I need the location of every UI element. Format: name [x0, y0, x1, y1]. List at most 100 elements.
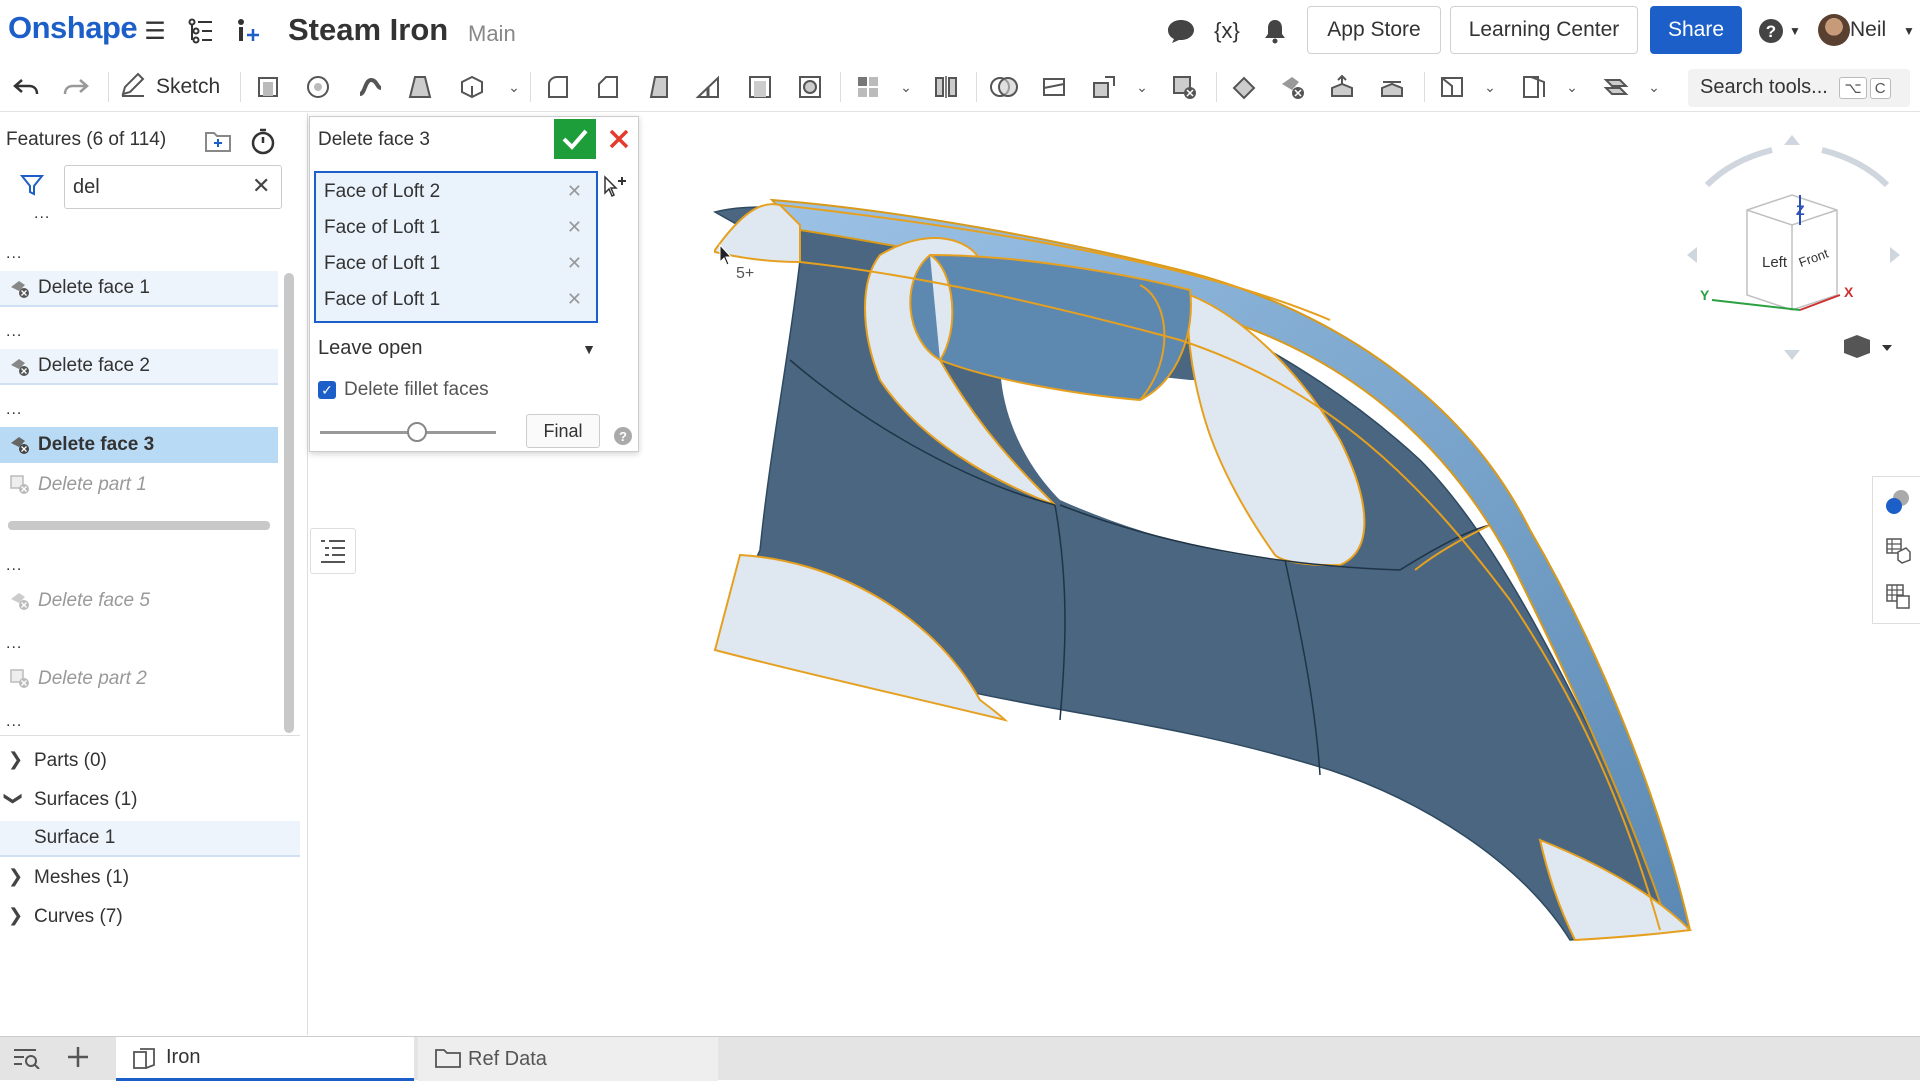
sweep-icon[interactable] — [354, 71, 386, 103]
bom-table-icon[interactable] — [1883, 535, 1913, 565]
curves-group[interactable]: ❯ Curves (7) — [0, 899, 300, 935]
help-icon[interactable]: ? — [614, 427, 632, 445]
hamburger-menu-icon[interactable]: ☰ — [140, 16, 170, 46]
appearance-icon[interactable] — [1883, 487, 1913, 517]
tab-ref-data[interactable]: Ref Data — [418, 1037, 718, 1081]
leave-open-dropdown[interactable]: Leave open ▼ — [318, 337, 600, 369]
share-button[interactable]: Share — [1650, 6, 1742, 54]
remove-selection-icon[interactable]: ✕ — [567, 217, 582, 238]
sketch-button[interactable]: Sketch — [120, 70, 220, 104]
onshape-logo[interactable]: Onshape — [8, 10, 138, 46]
cancel-button[interactable] — [602, 121, 636, 157]
rib-icon[interactable] — [692, 71, 724, 103]
feature-item-delete-face-1[interactable]: Delete face 1 — [0, 271, 278, 307]
feature-list-scrollbar[interactable] — [284, 273, 294, 733]
rollback-slider-handle[interactable] — [406, 422, 427, 442]
modify-fillet-icon[interactable] — [1228, 71, 1260, 103]
view-up-arrow-icon[interactable] — [1784, 135, 1800, 145]
selection-item[interactable]: Face of Loft 1 ✕ — [316, 281, 596, 317]
filter-icon[interactable] — [19, 173, 45, 203]
extrude-icon[interactable] — [252, 71, 284, 103]
delete-part-icon[interactable] — [1168, 71, 1200, 103]
remove-selection-icon[interactable]: ✕ — [567, 253, 582, 274]
feature-item-delete-part-1[interactable]: Delete part 1 — [0, 467, 278, 503]
search-tools-input[interactable]: Search tools... ⌥ C — [1688, 69, 1910, 107]
add-selection-cursor-icon[interactable] — [602, 173, 630, 205]
selection-item[interactable]: Face of Loft 2 ✕ — [316, 173, 596, 209]
redo-icon[interactable] — [60, 71, 92, 103]
feature-item-delete-part-2[interactable]: Delete part 2 — [0, 661, 278, 697]
notifications-bell-icon[interactable] — [1260, 16, 1290, 46]
dropdown-chevron-icon[interactable]: ⌄ — [1474, 71, 1506, 103]
user-avatar[interactable] — [1818, 14, 1850, 46]
feature-item-delete-face-2[interactable]: Delete face 2 — [0, 349, 278, 385]
shell-icon[interactable] — [744, 71, 776, 103]
surface-item[interactable]: Surface 1 — [0, 821, 300, 857]
split-icon[interactable] — [1038, 71, 1070, 103]
help-dropdown-icon[interactable]: ▼ — [1780, 16, 1810, 46]
tab-iron[interactable]: Iron — [116, 1037, 414, 1081]
view-options-cube-icon[interactable] — [1844, 335, 1870, 358]
fillet-icon[interactable] — [542, 71, 574, 103]
mirror-icon[interactable] — [930, 71, 962, 103]
hole-icon[interactable] — [794, 71, 826, 103]
app-store-button[interactable]: App Store — [1307, 6, 1441, 54]
delete-face-icon[interactable] — [1276, 71, 1308, 103]
add-tab-icon[interactable] — [66, 1045, 90, 1076]
parts-group[interactable]: ❯ Parts (0) — [0, 743, 300, 779]
configurations-icon[interactable] — [1883, 581, 1913, 611]
undo-icon[interactable] — [10, 71, 42, 103]
view-down-arrow-icon[interactable] — [1784, 350, 1800, 360]
move-face-icon[interactable] — [1326, 71, 1358, 103]
insert-icon[interactable] — [232, 16, 262, 46]
plane-icon[interactable] — [1436, 71, 1468, 103]
add-folder-icon[interactable] — [204, 129, 232, 158]
view-cube[interactable]: Left Front Z X Y — [1672, 135, 1920, 375]
branch-label[interactable]: Main — [468, 21, 516, 47]
loft-icon[interactable] — [404, 71, 436, 103]
dropdown-chevron-icon[interactable]: ⌄ — [890, 71, 922, 103]
dropdown-chevron-icon[interactable]: ⌄ — [498, 71, 530, 103]
delete-fillet-faces-checkbox[interactable]: ✓ Delete fillet faces — [318, 379, 489, 401]
variables-icon[interactable]: {x} — [1212, 16, 1242, 46]
replace-face-icon[interactable] — [1376, 71, 1408, 103]
feature-list-icon[interactable] — [186, 16, 216, 46]
meshes-group[interactable]: ❯ Meshes (1) — [0, 860, 300, 896]
tab-manager-icon[interactable] — [12, 1045, 40, 1076]
user-dropdown-icon[interactable]: ▼ — [1894, 16, 1920, 46]
pattern-icon[interactable] — [852, 71, 884, 103]
document-title[interactable]: Steam Iron — [288, 12, 448, 48]
dropdown-chevron-icon[interactable]: ⌄ — [1638, 71, 1670, 103]
remove-selection-icon[interactable]: ✕ — [567, 289, 582, 310]
feature-item-delete-face-5[interactable]: Delete face 5 — [0, 583, 278, 619]
view-left-arrow-icon[interactable] — [1687, 247, 1697, 263]
revolve-icon[interactable] — [302, 71, 334, 103]
dropdown-chevron-icon[interactable]: ⌄ — [1126, 71, 1158, 103]
user-name[interactable]: Neil — [1850, 18, 1886, 42]
view-right-arrow-icon[interactable] — [1890, 247, 1900, 263]
mate-connector-icon[interactable] — [1518, 71, 1550, 103]
chamfer-icon[interactable] — [592, 71, 624, 103]
learning-center-button[interactable]: Learning Center — [1450, 6, 1638, 54]
cube-left-face-label[interactable]: Left — [1762, 254, 1788, 271]
final-button[interactable]: Final — [526, 414, 600, 448]
boolean-icon[interactable] — [988, 71, 1020, 103]
feature-list-toggle-icon[interactable] — [310, 528, 356, 574]
sheet-metal-icon[interactable] — [1600, 71, 1632, 103]
view-options-dropdown-icon[interactable] — [1882, 345, 1892, 351]
draft-icon[interactable] — [642, 71, 674, 103]
accept-button[interactable] — [554, 119, 596, 159]
rollback-bar[interactable] — [8, 521, 270, 530]
feature-item-delete-face-3[interactable]: Delete face 3 — [0, 427, 278, 463]
selection-item[interactable]: Face of Loft 1 ✕ — [316, 245, 596, 281]
face-selection-list[interactable]: Face of Loft 2 ✕ Face of Loft 1 ✕ Face of … — [314, 171, 598, 323]
thicken-icon[interactable] — [456, 71, 488, 103]
comment-icon[interactable] — [1166, 16, 1196, 46]
transform-icon[interactable] — [1088, 71, 1120, 103]
feature-filter-input[interactable]: del — [64, 165, 282, 209]
dropdown-chevron-icon[interactable]: ⌄ — [1556, 71, 1588, 103]
selection-item[interactable]: Face of Loft 1 ✕ — [316, 209, 596, 245]
surfaces-group[interactable]: ❯ Surfaces (1) — [0, 782, 300, 818]
view-cube-rotate-arrows[interactable] — [1704, 147, 1890, 188]
remove-selection-icon[interactable]: ✕ — [567, 181, 582, 202]
